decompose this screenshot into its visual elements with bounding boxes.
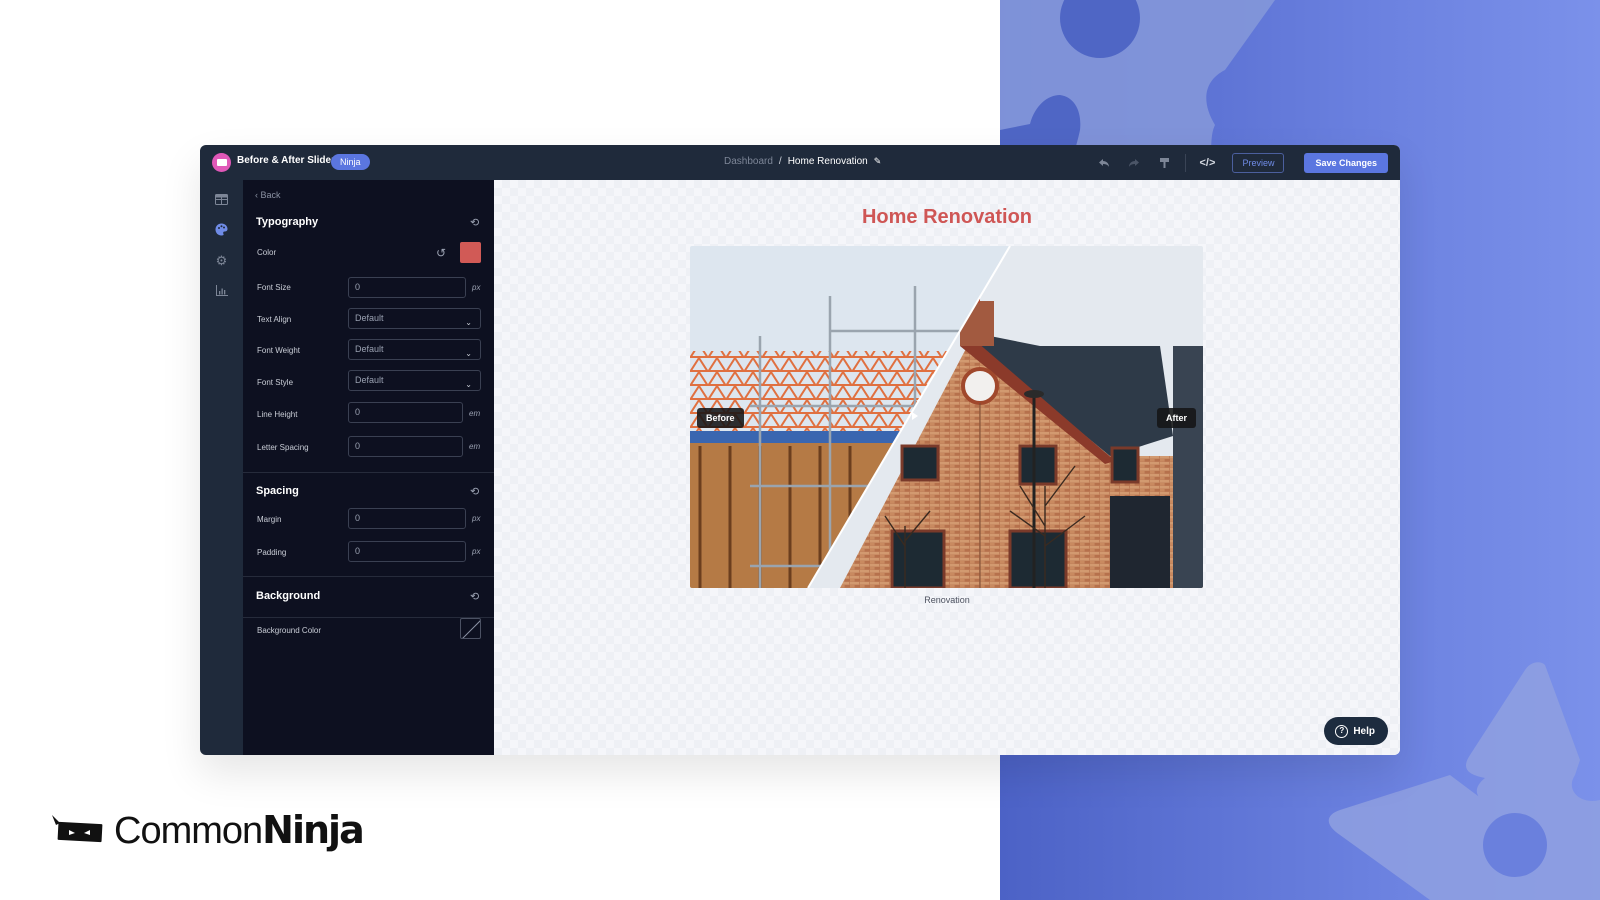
- font-weight-label: Font Weight: [257, 346, 300, 355]
- font-style-value: Default: [355, 375, 384, 385]
- app-title: Before & After Slider: [237, 155, 335, 166]
- preview-button[interactable]: Preview: [1232, 152, 1285, 173]
- back-label: Back: [260, 190, 281, 200]
- divider: [243, 617, 494, 618]
- help-button[interactable]: ? Help: [1324, 717, 1388, 745]
- undo-icon[interactable]: [1095, 154, 1113, 172]
- padding-label: Padding: [257, 548, 287, 557]
- after-label: After: [1156, 408, 1196, 428]
- font-style-label: Font Style: [257, 378, 294, 387]
- settings-panel: ‹ Back Typography ⟲ Color ↺ Font Size 0 …: [243, 180, 494, 755]
- font-weight-select[interactable]: Default ⌄: [348, 339, 481, 360]
- help-label: Help: [1353, 725, 1375, 737]
- color-reset-icon[interactable]: ↺: [436, 246, 446, 260]
- spacing-title: Spacing: [256, 485, 299, 497]
- divider: [243, 576, 494, 577]
- letter-spacing-unit: em: [469, 442, 481, 451]
- embed-code-icon[interactable]: </>: [1198, 154, 1216, 172]
- brand-name-light: Common: [114, 810, 263, 852]
- padding-unit: px: [472, 547, 481, 556]
- edit-name-pencil-icon[interactable]: ✎: [874, 156, 882, 167]
- line-height-label: Line Height: [257, 410, 298, 419]
- text-align-label: Text Align: [257, 315, 292, 324]
- redo-icon[interactable]: [1125, 154, 1143, 172]
- margin-label: Margin: [257, 515, 282, 524]
- top-actions: </> Preview Save Changes: [1095, 145, 1388, 180]
- color-label: Color: [257, 248, 277, 257]
- font-weight-value: Default: [355, 344, 384, 354]
- letter-spacing-label: Letter Spacing: [257, 443, 309, 452]
- background-title: Background: [256, 590, 321, 602]
- chevron-down-icon: ⌄: [465, 318, 472, 327]
- line-height-input[interactable]: 0: [348, 402, 463, 423]
- plan-badge: Ninja: [331, 154, 370, 170]
- before-label: Before: [697, 408, 744, 428]
- typography-reset-icon[interactable]: ⟲: [470, 216, 482, 229]
- breadcrumb-dashboard[interactable]: Dashboard: [724, 156, 773, 167]
- text-align-select[interactable]: Default ⌄: [348, 308, 481, 329]
- chevron-down-icon: ⌄: [465, 349, 472, 358]
- letter-spacing-input[interactable]: 0: [348, 436, 463, 457]
- background-reset-icon[interactable]: ⟲: [470, 590, 482, 603]
- editor-window: Before & After Slider Ninja Dashboard / …: [200, 145, 1400, 755]
- padding-input[interactable]: 0: [348, 541, 466, 562]
- app-icon: [212, 153, 231, 172]
- margin-unit: px: [472, 514, 481, 523]
- palette-icon[interactable]: [213, 221, 230, 238]
- breadcrumb-separator: /: [778, 156, 782, 167]
- slider-images: [690, 246, 1203, 588]
- before-after-slider[interactable]: Before After: [690, 246, 1203, 588]
- commonninja-logo: CommonNinja: [50, 808, 365, 853]
- question-circle-icon: ?: [1335, 724, 1349, 738]
- ninja-mask-icon: [52, 814, 103, 842]
- gear-icon[interactable]: ⚙: [213, 252, 230, 269]
- back-link[interactable]: ‹ Back: [255, 190, 281, 200]
- slider-caption: Renovation: [924, 595, 970, 605]
- font-size-unit: px: [472, 283, 481, 292]
- font-size-label: Font Size: [257, 283, 291, 292]
- text-color-swatch[interactable]: [460, 242, 481, 263]
- margin-input[interactable]: 0: [348, 508, 466, 529]
- text-align-value: Default: [355, 313, 384, 323]
- layout-grid-icon[interactable]: [213, 191, 230, 208]
- background-color-swatch[interactable]: [460, 618, 481, 639]
- widget-title: Home Renovation: [861, 206, 1033, 228]
- breadcrumb: Dashboard / Home Renovation ✎: [724, 156, 881, 167]
- background-color-label: Background Color: [257, 626, 322, 635]
- chevron-left-icon: ‹: [255, 190, 258, 200]
- save-changes-button[interactable]: Save Changes: [1304, 152, 1388, 173]
- brand-name-bold: Ninja: [262, 808, 365, 852]
- preview-canvas: Home Renovation Before After Renovation …: [494, 180, 1400, 755]
- breadcrumb-current: Home Renovation: [787, 156, 868, 167]
- divider: [243, 472, 494, 473]
- side-rail: ⚙: [200, 180, 243, 755]
- font-style-select[interactable]: Default ⌄: [348, 370, 481, 391]
- font-size-input[interactable]: 0: [348, 277, 466, 298]
- top-bar: Before & After Slider Ninja Dashboard / …: [200, 145, 1400, 180]
- page: CommonNinja Before & After Slider Ninja …: [0, 0, 1600, 900]
- chart-icon[interactable]: [213, 282, 230, 299]
- chevron-down-icon: ⌄: [465, 380, 472, 389]
- toolbar-divider: [1185, 153, 1187, 172]
- line-height-unit: em: [469, 409, 481, 418]
- spacing-reset-icon[interactable]: ⟲: [470, 485, 482, 498]
- typography-title: Typography: [256, 216, 319, 228]
- paint-roller-icon[interactable]: [1155, 154, 1173, 172]
